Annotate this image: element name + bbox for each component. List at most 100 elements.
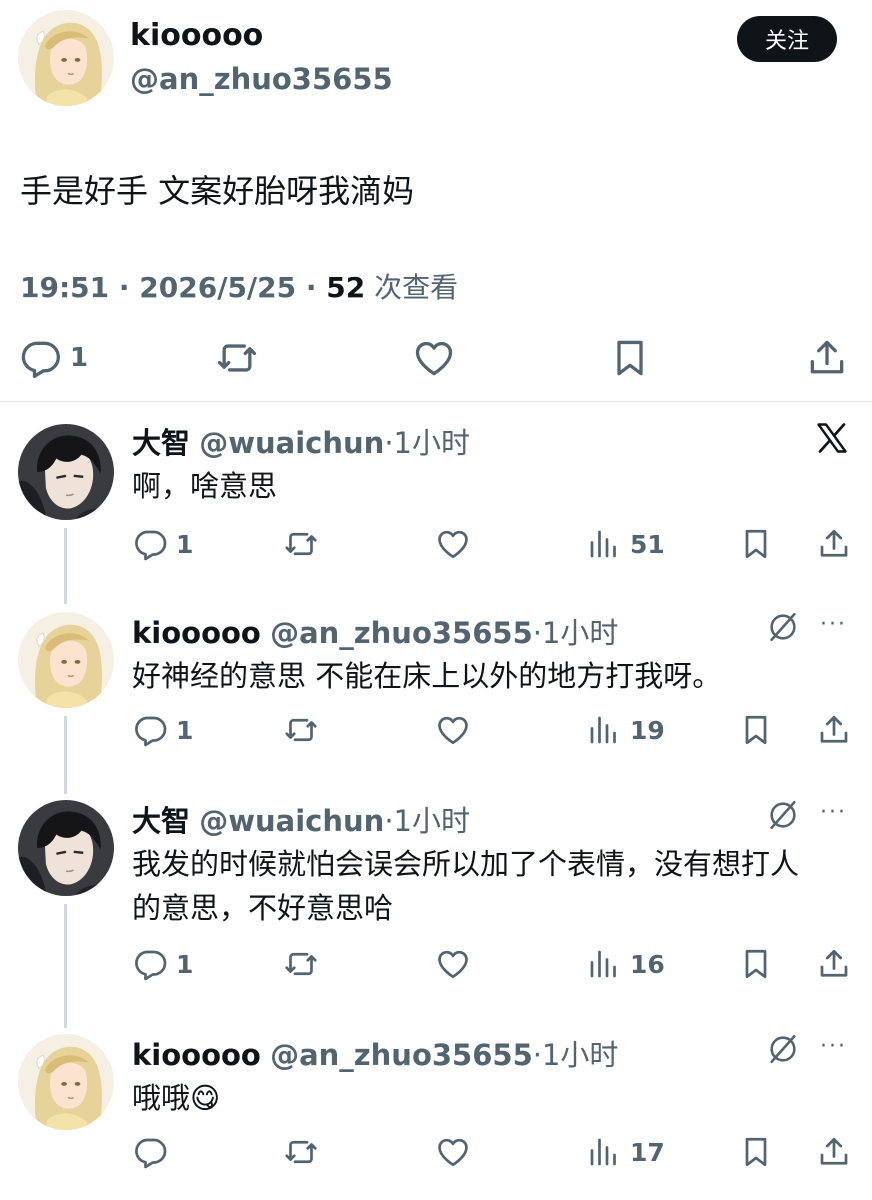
retweet-icon: [283, 712, 319, 748]
reply-time[interactable]: ·1小时: [533, 616, 619, 650]
reply-count: 1: [176, 529, 194, 559]
reply-author-handle[interactable]: @wuaichun: [199, 426, 384, 460]
thread-line: [64, 716, 67, 794]
view-count: 19: [630, 715, 665, 745]
like-button[interactable]: [435, 526, 471, 562]
views-button[interactable]: 51: [586, 526, 665, 562]
reply-avatar[interactable]: [18, 800, 114, 896]
reply-time[interactable]: ·1小时: [384, 426, 470, 460]
reply-icon: [132, 712, 168, 748]
reply-header: 大智 @wuaichun·1小时: [132, 420, 470, 462]
more-icon[interactable]: ···: [820, 800, 847, 825]
reply-text: 好神经的意思 不能在床上以外的地方打我呀。: [132, 659, 722, 693]
like-button[interactable]: [412, 336, 456, 380]
retweet-button[interactable]: [283, 712, 319, 748]
retweet-icon: [283, 946, 319, 982]
share-icon: [816, 1134, 852, 1170]
emoji: 😋: [190, 1081, 221, 1115]
reply-count: 1: [176, 715, 194, 745]
reply-count: 1: [176, 949, 194, 979]
view-count: 52: [326, 271, 366, 304]
grok-icon[interactable]: [766, 1032, 800, 1066]
reply-button[interactable]: 1: [132, 712, 193, 748]
bookmark-button[interactable]: [738, 1134, 774, 1170]
reply-icon: [132, 526, 168, 562]
view-count: 51: [630, 529, 665, 559]
author-handle[interactable]: @an_zhuo35655: [130, 62, 393, 96]
meta-separator: ·: [109, 271, 140, 304]
view-label: 次查看: [365, 271, 459, 304]
share-button[interactable]: [805, 336, 849, 380]
reply-time[interactable]: ·1小时: [384, 804, 470, 838]
retweet-icon: [283, 1134, 319, 1170]
follow-button[interactable]: 关注: [737, 16, 837, 62]
author-name[interactable]: kiooooo: [130, 18, 263, 53]
bookmark-button[interactable]: [608, 336, 652, 380]
heart-icon: [435, 1134, 471, 1170]
reply-author-name[interactable]: kiooooo: [132, 1038, 261, 1072]
bookmark-button[interactable]: [738, 946, 774, 982]
retweet-icon: [215, 336, 259, 380]
like-button[interactable]: [435, 946, 471, 982]
views-button[interactable]: 17: [586, 1134, 665, 1170]
retweet-icon: [283, 526, 319, 562]
share-icon: [805, 336, 849, 380]
reply-header: kiooooo @an_zhuo35655·1小时: [132, 1032, 618, 1074]
meta-separator: ·: [296, 271, 327, 304]
bookmark-icon: [738, 1134, 774, 1170]
reply-icon: [132, 1134, 168, 1170]
retweet-button[interactable]: [283, 1134, 319, 1170]
reply-avatar[interactable]: [18, 612, 114, 708]
thread-line: [64, 904, 67, 1028]
retweet-button[interactable]: [283, 946, 319, 982]
reply-author-handle[interactable]: @wuaichun: [199, 804, 384, 838]
reply-button[interactable]: 1: [18, 336, 88, 380]
bookmark-button[interactable]: [738, 526, 774, 562]
share-button[interactable]: [816, 1134, 852, 1170]
like-button[interactable]: [435, 1134, 471, 1170]
views-icon: [586, 1134, 622, 1170]
grok-icon[interactable]: [766, 798, 800, 832]
reply-button[interactable]: [132, 1134, 168, 1170]
main-avatar[interactable]: [18, 10, 114, 106]
heart-icon: [435, 526, 471, 562]
reply-avatar[interactable]: [18, 424, 114, 520]
heart-icon: [412, 336, 456, 380]
retweet-button[interactable]: [215, 336, 259, 380]
reply-author-name[interactable]: kiooooo: [132, 616, 261, 650]
reply-button[interactable]: 1: [132, 526, 193, 562]
bookmark-icon: [738, 526, 774, 562]
share-icon: [816, 712, 852, 748]
views-button[interactable]: 16: [586, 946, 665, 982]
more-icon[interactable]: ···: [820, 1034, 847, 1059]
reply-count: 1: [70, 343, 89, 373]
bookmark-button[interactable]: [738, 712, 774, 748]
reply-header: kiooooo @an_zhuo35655·1小时: [132, 610, 618, 652]
reply-avatar[interactable]: [18, 1034, 114, 1130]
grok-icon[interactable]: [766, 610, 800, 644]
views-button[interactable]: 19: [586, 712, 665, 748]
reply-author-handle[interactable]: @an_zhuo35655: [270, 1038, 533, 1072]
reply-icon: [132, 946, 168, 982]
reply-icon: [18, 336, 62, 380]
more-icon[interactable]: ···: [820, 612, 847, 637]
like-button[interactable]: [435, 712, 471, 748]
reply-author-name[interactable]: 大智: [132, 426, 190, 460]
x-logo: [817, 423, 847, 453]
share-button[interactable]: [816, 526, 852, 562]
reply-button[interactable]: 1: [132, 946, 193, 982]
views-icon: [586, 712, 622, 748]
tweet-meta: 19:51 · 2026/5/25 · 52 次查看: [20, 266, 458, 306]
heart-icon: [435, 712, 471, 748]
bookmark-icon: [738, 946, 774, 982]
share-icon: [816, 526, 852, 562]
share-button[interactable]: [816, 946, 852, 982]
share-button[interactable]: [816, 712, 852, 748]
reply-text: 我发的时候就怕会误会所以加了个表情，没有想打人的意思，不好意思哈: [132, 847, 800, 925]
tweet-date[interactable]: 2026/5/25: [139, 271, 296, 304]
reply-author-name[interactable]: 大智: [132, 804, 190, 838]
divider: [0, 401, 872, 402]
reply-time[interactable]: ·1小时: [533, 1038, 619, 1072]
retweet-button[interactable]: [283, 526, 319, 562]
reply-author-handle[interactable]: @an_zhuo35655: [270, 616, 533, 650]
